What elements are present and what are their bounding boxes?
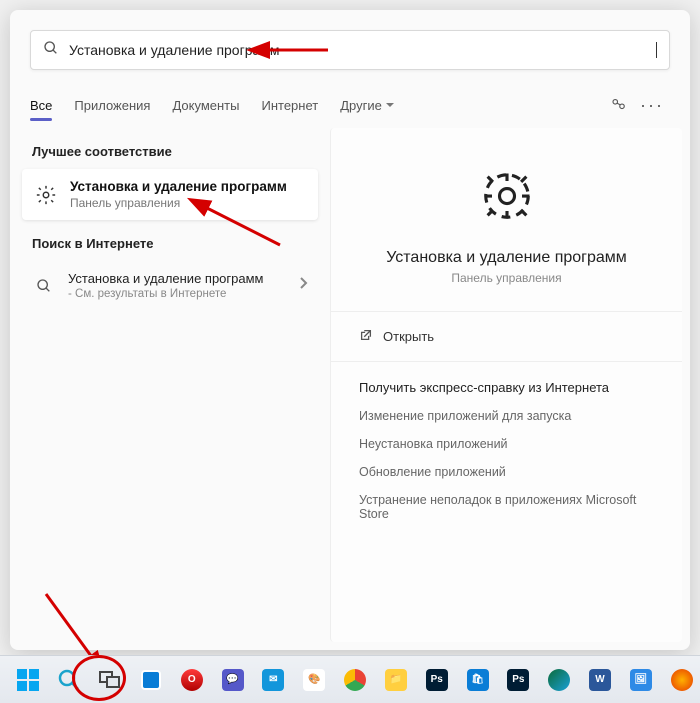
start-button[interactable]: [10, 660, 47, 700]
taskbar-app-opera[interactable]: O: [173, 660, 210, 700]
tab-internet[interactable]: Интернет: [261, 92, 318, 119]
result-subtitle: Панель управления: [70, 196, 287, 210]
open-action[interactable]: Открыть: [331, 312, 682, 362]
preview-subtitle: Панель управления: [351, 271, 662, 285]
help-section: Получить экспресс-справку из Интернета И…: [331, 362, 682, 553]
text-caret: [656, 42, 657, 58]
search-row: Установка и удаление программ: [10, 10, 690, 70]
search-panel: Установка и удаление программ Все Прилож…: [10, 10, 690, 650]
open-label: Открыть: [383, 329, 434, 344]
devices-icon[interactable]: [604, 95, 634, 116]
taskbar-app-photos[interactable]: 🖼: [622, 660, 659, 700]
taskbar-app-teams[interactable]: 💬: [214, 660, 251, 700]
web-search-heading: Поиск в Интернете: [10, 220, 330, 261]
help-heading: Получить экспресс-справку из Интернета: [359, 380, 654, 395]
help-link-startup-apps[interactable]: Изменение приложений для запуска: [359, 409, 654, 423]
open-icon: [359, 328, 383, 345]
taskbar-app-photoshop-express[interactable]: Ps: [418, 660, 455, 700]
taskbar-app-firefox[interactable]: [663, 660, 700, 700]
taskbar: O 💬 ✉ 🎨 📁 Ps 🛍 Ps W 🖼: [0, 655, 700, 703]
search-button[interactable]: [51, 660, 88, 700]
gear-icon-large: [477, 166, 537, 231]
tab-apps[interactable]: Приложения: [74, 92, 150, 119]
taskbar-app-widgets[interactable]: [132, 660, 169, 700]
preview-column: Установка и удаление программ Панель упр…: [330, 128, 682, 642]
preview-header: Установка и удаление программ Панель упр…: [331, 128, 682, 312]
best-match-heading: Лучшее соответствие: [10, 128, 330, 169]
chevron-right-icon: [298, 276, 308, 295]
taskbar-app-paint[interactable]: 🎨: [296, 660, 333, 700]
taskbar-app-photoshop[interactable]: Ps: [500, 660, 537, 700]
results-column: Лучшее соответствие Установка и удаление…: [10, 120, 330, 650]
search-box[interactable]: Установка и удаление программ: [30, 30, 670, 70]
web-result-subtitle: - См. результаты в Интернете: [68, 288, 298, 300]
best-match-result[interactable]: Установка и удаление программ Панель упр…: [22, 169, 318, 220]
web-result-title: Установка и удаление программ: [68, 271, 298, 286]
help-link-update[interactable]: Обновление приложений: [359, 465, 654, 479]
search-input-text[interactable]: Установка и удаление программ: [69, 42, 655, 58]
taskbar-app-mail[interactable]: ✉: [255, 660, 292, 700]
tabs-row: Все Приложения Документы Интернет Другие…: [10, 92, 690, 120]
body-row: Лучшее соответствие Установка и удаление…: [10, 120, 690, 650]
taskbar-app-store[interactable]: 🛍: [459, 660, 496, 700]
tab-other[interactable]: Другие: [340, 92, 394, 119]
taskbar-app-word[interactable]: W: [582, 660, 619, 700]
task-view-button[interactable]: [92, 660, 129, 700]
taskbar-app-edge[interactable]: [541, 660, 578, 700]
help-link-uninstall[interactable]: Неустановка приложений: [359, 437, 654, 451]
more-icon[interactable]: ···: [634, 95, 670, 116]
tab-documents[interactable]: Документы: [172, 92, 239, 119]
preview-title: Установка и удаление программ: [351, 249, 662, 267]
tab-all[interactable]: Все: [30, 92, 52, 119]
result-title: Установка и удаление программ: [70, 179, 287, 194]
search-icon: [43, 40, 59, 61]
web-result[interactable]: Установка и удаление программ - См. резу…: [10, 261, 330, 310]
taskbar-app-explorer[interactable]: 📁: [377, 660, 414, 700]
gear-icon: [32, 181, 60, 209]
help-link-troubleshoot-store[interactable]: Устранение неполадок в приложениях Micro…: [359, 493, 654, 521]
search-icon: [32, 274, 56, 298]
taskbar-app-chrome[interactable]: [337, 660, 374, 700]
